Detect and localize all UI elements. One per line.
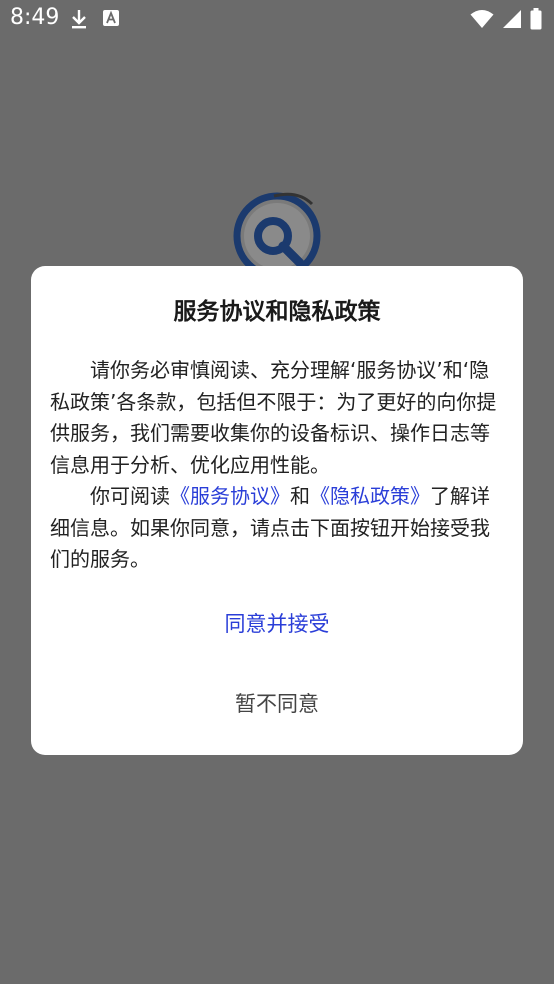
status-system-icons [470,8,542,34]
paragraph-text-and: 和 [290,484,310,508]
wifi-icon [470,9,494,33]
signal-icon [502,9,522,33]
dialog-body: 请你务必审慎阅读、充分理解‘服务协议’和‘隐私政策’各条款，包括但不限于：为了更… [50,355,506,576]
decline-button[interactable]: 暂不同意 [31,684,523,724]
dialog-paragraph-links: 你可阅读《服务协议》和《隐私政策》了解详细信息。如果你同意，请点击下面按钮开始接… [50,481,506,576]
keyboard-a-icon [102,9,120,33]
privacy-dialog: 服务协议和隐私政策 请你务必审慎阅读、充分理解‘服务协议’和‘隐私政策’各条款，… [31,266,523,755]
dialog-paragraph-consent: 请你务必审慎阅读、充分理解‘服务协议’和‘隐私政策’各条款，包括但不限于：为了更… [50,358,497,477]
download-icon [70,9,88,33]
status-notification-icons [70,9,120,33]
agree-button[interactable]: 同意并接受 [31,604,523,644]
dialog-title: 服务协议和隐私政策 [173,299,381,325]
privacy-policy-link[interactable]: 《隐私政策》 [310,484,430,508]
paragraph-text-prefix: 你可阅读 [90,484,170,508]
status-time: 8:49 [10,5,60,30]
battery-icon [530,8,542,34]
service-agreement-link[interactable]: 《服务协议》 [170,484,290,508]
status-bar: 8:49 [0,0,554,36]
